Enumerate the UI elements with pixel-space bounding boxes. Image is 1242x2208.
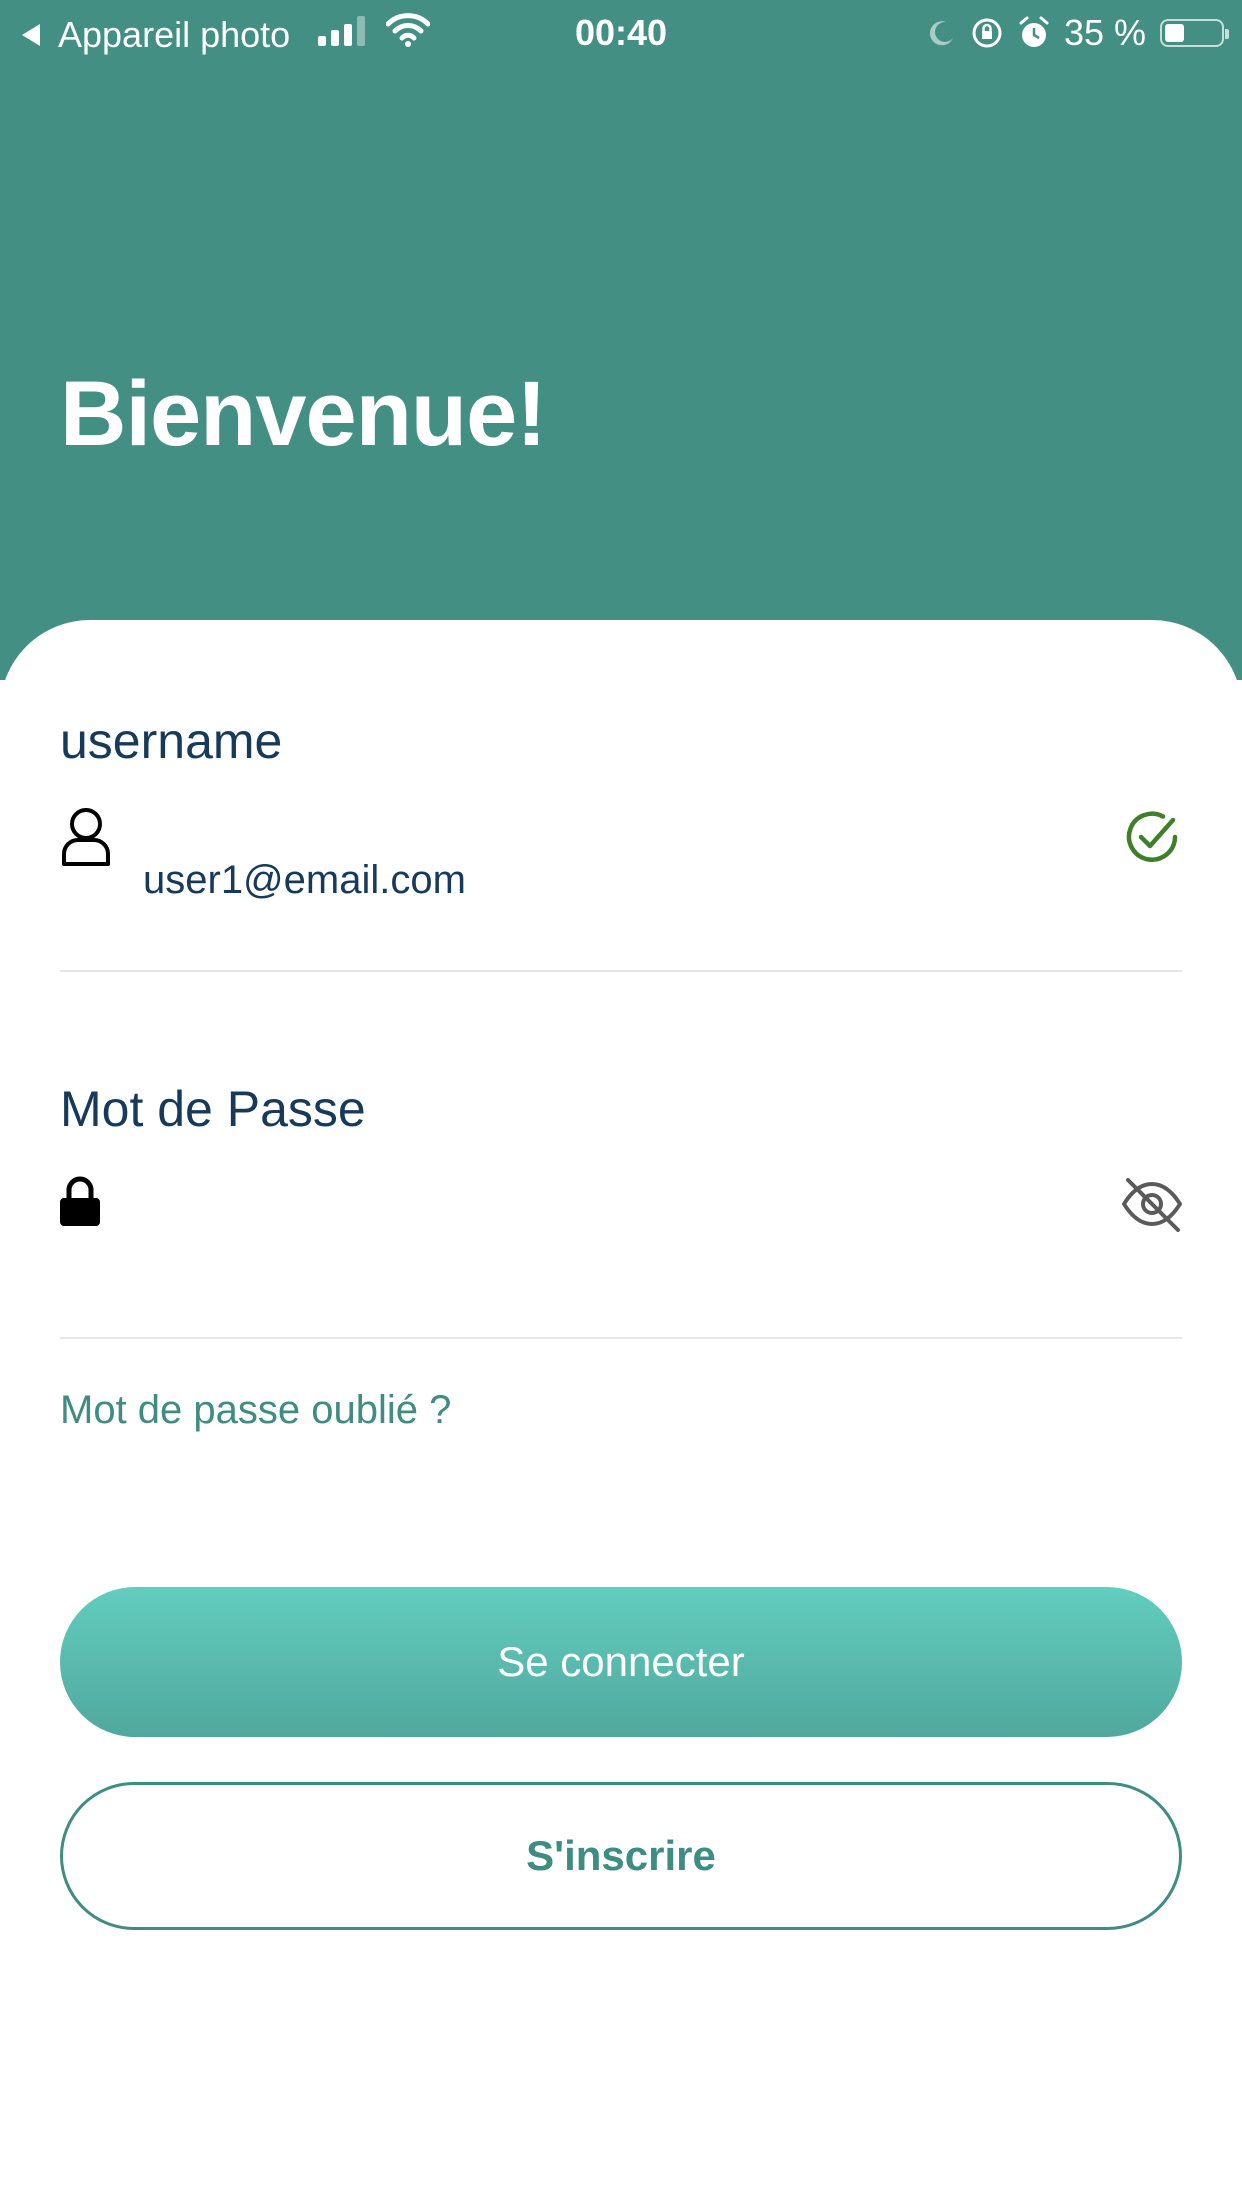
username-label: username	[60, 713, 283, 769]
login-screen: Appareil photo 00:40 35 % Bienvenue! use…	[0, 0, 1242, 2208]
alarm-icon	[1019, 16, 1049, 47]
status-bar: Appareil photo 00:40 35 %	[0, 0, 1242, 64]
page-title: Bienvenue!	[60, 363, 547, 465]
signup-button[interactable]: S'inscrire	[60, 1782, 1182, 1930]
username-divider	[60, 970, 1182, 972]
login-button[interactable]: Se connecter	[60, 1587, 1182, 1737]
password-divider	[60, 1337, 1182, 1339]
forgot-password-link[interactable]: Mot de passe oublié ?	[60, 1388, 451, 1433]
eye-off-icon[interactable]	[1120, 1172, 1184, 1236]
password-label: Mot de Passe	[60, 1081, 366, 1137]
password-input[interactable]	[143, 1190, 1043, 1240]
battery-percent: 35 %	[1063, 12, 1146, 53]
battery-icon	[1160, 19, 1229, 47]
moon-icon	[929, 21, 953, 46]
status-right-group: 35 %	[926, 12, 1229, 54]
lock-icon	[60, 1176, 100, 1226]
rotation-lock-icon	[972, 18, 1002, 48]
user-icon	[62, 808, 110, 866]
check-circle-icon	[1126, 811, 1178, 862]
battery-level	[1165, 24, 1184, 42]
username-input[interactable]: user1@email.com	[143, 858, 466, 903]
header-background	[0, 0, 1242, 680]
